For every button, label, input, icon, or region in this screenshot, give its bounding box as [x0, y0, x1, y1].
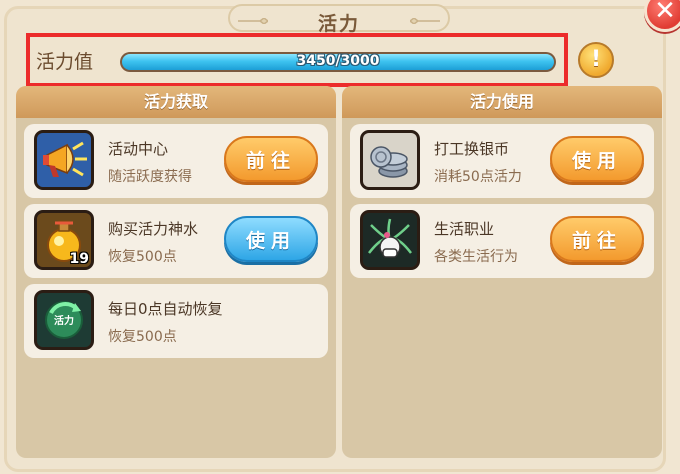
- exclamation-icon: !: [590, 47, 602, 72]
- panel-header-gain: 活力获取: [16, 86, 336, 118]
- use-button[interactable]: 使用: [550, 136, 644, 182]
- title-ornament-right: [410, 18, 440, 24]
- item-title: 购买活力神水: [108, 220, 199, 238]
- list-item-buy-potion: 19 购买活力神水 恢复500点 使用: [24, 204, 328, 278]
- info-button[interactable]: !: [578, 42, 614, 78]
- silver-coins-icon: [360, 130, 420, 190]
- item-subtitle: 消耗50点活力: [434, 169, 522, 185]
- use-button[interactable]: 使用: [224, 216, 318, 262]
- item-subtitle: 随活跃度获得: [108, 169, 192, 185]
- potion-icon: 19: [34, 210, 94, 270]
- item-subtitle: 恢复500点: [108, 329, 177, 345]
- energy-gain-panel: 活力获取 活动中心 随活跃度获得 前往 19 购买活力神水 恢复500点 使用 …: [16, 86, 336, 458]
- highlight-annotation-box: [26, 33, 568, 87]
- goto-button[interactable]: 前往: [224, 136, 318, 182]
- icon-energy-text: 活力: [54, 314, 74, 327]
- item-title: 每日0点自动恢复: [108, 300, 223, 318]
- item-subtitle: 恢复500点: [108, 249, 177, 265]
- list-item-work-silver: 打工换银币 消耗50点活力 使用: [350, 124, 654, 198]
- item-subtitle: 各类生活行为: [434, 249, 518, 265]
- life-profession-icon: [360, 210, 420, 270]
- list-item-daily-recover: 活力 每日0点自动恢复 恢复500点: [24, 284, 328, 358]
- megaphone-icon: [34, 130, 94, 190]
- item-title: 活动中心: [108, 140, 169, 158]
- goto-button[interactable]: 前往: [550, 216, 644, 262]
- item-count-badge: 19: [69, 251, 89, 267]
- list-item-life-profession: 生活职业 各类生活行为 前往: [350, 204, 654, 278]
- energy-use-panel: 活力使用 打工换银币 消耗50点活力 使用 生活职业 各类生活行为 前往: [342, 86, 662, 458]
- panel-header-use: 活力使用: [342, 86, 662, 118]
- title-tab: 活力: [228, 4, 450, 35]
- list-item-activity-center: 活动中心 随活跃度获得 前往: [24, 124, 328, 198]
- item-title: 生活职业: [434, 220, 495, 238]
- close-icon: ✕: [654, 0, 676, 26]
- item-title: 打工换银币: [434, 140, 510, 158]
- energy-refresh-icon: 活力: [34, 290, 94, 350]
